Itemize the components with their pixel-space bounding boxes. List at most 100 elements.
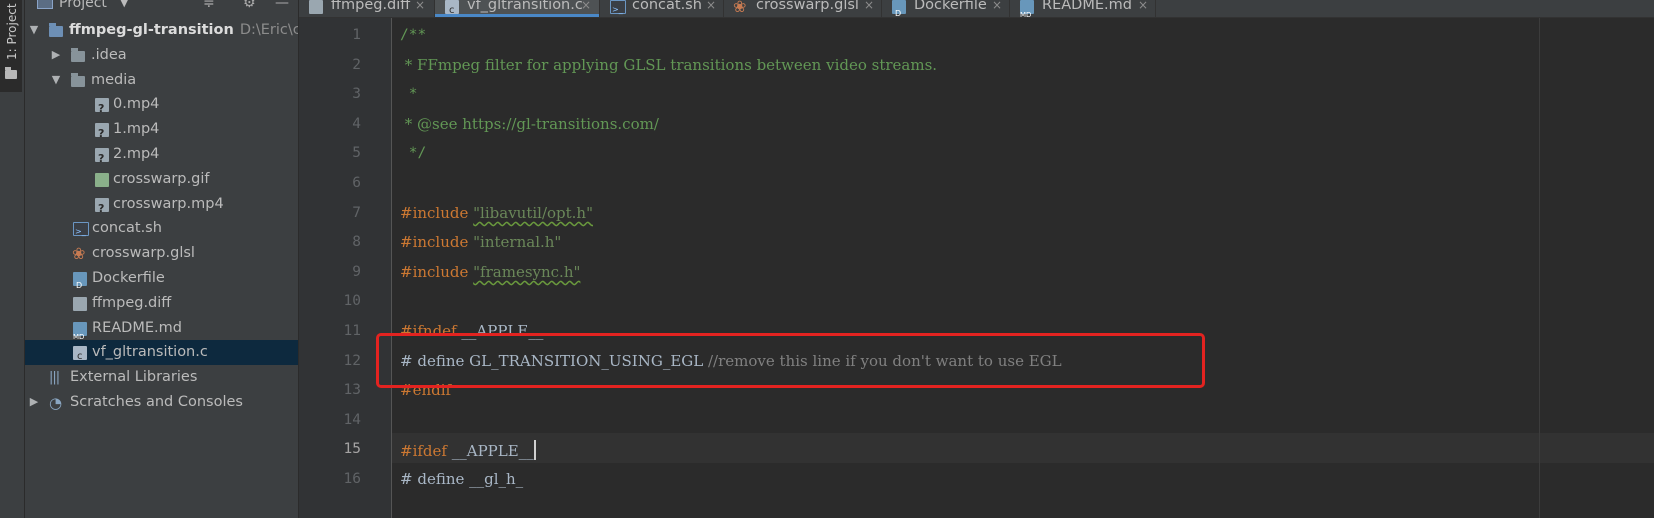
tree-item-label: ffmpeg-gl-transition [69,22,234,38]
tab-label: README.md [1042,0,1132,13]
editor-tab-bar: ffmpeg.diff × vf_gltransition.c × concat… [299,0,1654,18]
chevron-down-icon[interactable]: ▼ [120,0,128,9]
tree-item-scratches[interactable]: ▶ Scratches and Consoles [25,390,298,416]
tree-item-crosswarp-gif[interactable]: crosswarp.gif [25,167,298,192]
tab-label: Dockerfile [914,0,987,13]
tab-dockerfile[interactable]: Dockerfile × [882,0,1010,17]
tab-label: concat.sh [632,0,702,13]
folder-icon [71,47,85,62]
preprocessor-keyword: #ifdef [400,442,447,460]
chevron-down-icon[interactable]: ▼ [49,68,63,93]
tree-item-label: concat.sh [92,220,162,237]
glsl-file-icon [733,0,748,17]
tree-item-ffmpeg-diff[interactable]: ffmpeg.diff [25,291,298,316]
close-icon[interactable]: × [992,0,1002,17]
line-number: 4 [352,116,361,132]
line-number: 13 [343,382,361,398]
unknown-file-icon [95,122,109,147]
close-icon[interactable]: × [864,0,874,17]
tree-item-concat-sh[interactable]: concat.sh [25,216,298,245]
right-margin-guide [1539,18,1540,518]
code-line-16: # define __gl_h_ [400,470,523,488]
tree-item-label: media [91,71,137,88]
line-number: 9 [352,264,361,280]
library-icon [49,366,63,391]
gear-icon[interactable]: ⚙ [243,0,256,11]
tree-item-dockerfile[interactable]: Dockerfile [25,266,298,299]
preprocessor-keyword: #include [400,263,469,281]
tree-item-2-mp4[interactable]: 2.mp4 [25,142,298,172]
glsl-file-icon [72,242,87,267]
tree-item-0-mp4[interactable]: 0.mp4 [25,92,298,122]
preprocessor-keyword: #include [400,204,469,222]
tab-concat-sh[interactable]: concat.sh × [600,0,724,17]
code-line-15: #ifdef __APPLE__ [400,440,536,460]
code-line-9: #include "framesync.h" [400,263,580,281]
line-number: 11 [343,323,361,339]
tree-item-vf-gltransition-c[interactable]: vf_gltransition.c [25,340,298,370]
folder-icon [49,23,63,37]
tree-item-label: crosswarp.glsl [92,245,195,262]
tree-item-root[interactable]: ▼ ffmpeg-gl-transition D:\Eric\coc [25,18,298,43]
c-file-icon [445,0,459,17]
line-number: 14 [343,412,361,428]
line-number: 3 [352,86,361,102]
tree-item-readme[interactable]: README.md [25,316,298,349]
close-icon[interactable]: × [1138,0,1148,17]
code-line-7: #include "libavutil/opt.h" [400,204,593,222]
folder-icon [71,72,85,87]
include-path: "libavutil/opt.h" [473,204,593,222]
tree-item-1-mp4[interactable]: 1.mp4 [25,117,298,147]
line-number: 1 [352,27,361,43]
line-number: 12 [343,353,361,369]
close-icon[interactable]: × [415,0,425,17]
tree-item-label: crosswarp.gif [113,170,210,187]
project-tool-window-button[interactable]: 1: Project [0,0,22,92]
define-statement: # define __gl_h_ [400,470,524,488]
tree-item-label: 1.mp4 [113,121,160,138]
tab-crosswarp-glsl[interactable]: crosswarp.glsl × [724,0,882,17]
line-number: 16 [343,471,361,487]
chevron-right-icon[interactable]: ▶ [27,390,41,415]
tree-item-label: Dockerfile [92,270,165,286]
close-icon[interactable]: × [706,0,716,17]
diff-file-icon [309,0,323,14]
markdown-file-icon [73,321,87,349]
tree-item-label: crosswarp.mp4 [113,195,224,212]
preprocessor-keyword: #include [400,233,469,251]
tree-item-media[interactable]: ▼ media [25,68,298,93]
chevron-right-icon[interactable]: ▶ [49,43,63,68]
chevron-down-icon[interactable]: ▼ [27,18,41,43]
line-number: 10 [343,293,361,309]
annotation-highlight-box [376,333,1205,388]
code-line-4: * @see https://gl-transitions.com/ [400,115,659,133]
tree-item-external-libraries[interactable]: External Libraries [25,365,298,391]
line-number: 8 [352,234,361,250]
tool-window-stripe: 1: Project [0,0,25,518]
tab-label: ffmpeg.diff [331,0,411,13]
close-icon[interactable]: × [581,0,591,17]
tree-item-label: .idea [91,46,127,63]
tab-readme-md[interactable]: README.md × [1010,0,1156,17]
image-file-icon [95,172,109,187]
tree-item-crosswarp-glsl[interactable]: crosswarp.glsl [25,241,298,267]
shell-file-icon [610,0,626,17]
line-number: 5 [352,145,361,161]
docker-file-icon [892,0,906,17]
unknown-file-icon [95,197,109,221]
tab-ffmpeg-diff[interactable]: ffmpeg.diff × [299,0,435,17]
tree-item-label: ffmpeg.diff [92,294,172,311]
collapse-all-icon[interactable]: ≑ [203,0,215,11]
tree-item-label: 0.mp4 [113,96,160,113]
hide-panel-icon[interactable]: — [275,0,289,11]
line-number: 2 [352,57,361,73]
code-line-5: */ [400,145,427,161]
tree-item-idea[interactable]: ▶ .idea [25,43,298,68]
project-panel-title[interactable]: Project [59,0,107,11]
tab-vf-gltransition-c[interactable]: vf_gltransition.c × [435,0,600,17]
folder-icon [5,67,17,79]
include-path: "framesync.h" [473,263,581,281]
tree-item-crosswarp-mp4[interactable]: crosswarp.mp4 [25,192,298,221]
docker-file-icon [73,272,87,299]
include-path: "internal.h" [473,233,562,251]
